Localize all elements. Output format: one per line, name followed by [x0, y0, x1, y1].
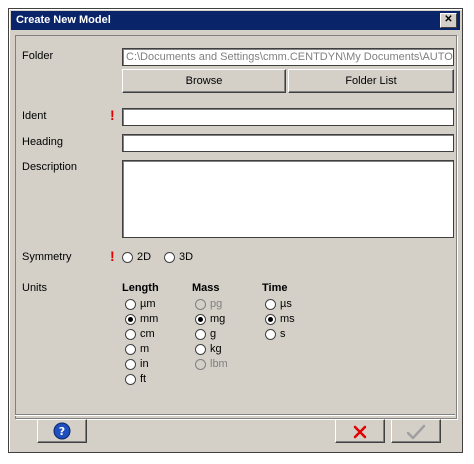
symmetry-label: Symmetry — [22, 251, 72, 263]
create-model-dialog: Create New Model ✕ Folder C:\Documents a… — [8, 8, 463, 453]
radio-icon — [125, 358, 136, 370]
heading-label: Heading — [22, 136, 63, 148]
length-option-cm[interactable]: cm — [125, 328, 155, 340]
ident-input[interactable] — [122, 108, 454, 126]
close-icon: ✕ — [444, 14, 453, 25]
mass-heading: Mass — [192, 282, 220, 294]
svg-text:?: ? — [59, 425, 65, 438]
radio-selected-icon — [195, 313, 206, 325]
folder-list-button[interactable]: Folder List — [288, 69, 454, 93]
time-option-s[interactable]: s — [265, 328, 286, 340]
length-option-ft[interactable]: ft — [125, 373, 146, 385]
separator-highlight — [15, 415, 455, 416]
mass-option-mg[interactable]: mg — [195, 313, 225, 325]
mass-option-kg[interactable]: kg — [195, 343, 222, 355]
length-option-m[interactable]: m — [125, 343, 149, 355]
radio-disabled-icon — [195, 298, 206, 310]
radio-icon — [195, 328, 206, 340]
radio-icon — [265, 298, 276, 310]
form-panel: Folder C:\Documents and Settings\cmm.CEN… — [15, 35, 457, 419]
radio-icon — [164, 251, 175, 263]
browse-button[interactable]: Browse — [122, 69, 286, 93]
radio-selected-icon — [265, 313, 276, 325]
cancel-x-icon — [353, 425, 367, 439]
time-option-ms[interactable]: ms — [265, 313, 295, 325]
radio-icon — [265, 328, 276, 340]
time-heading: Time — [262, 282, 288, 294]
description-textarea[interactable] — [122, 160, 454, 238]
length-option-um[interactable]: µm — [125, 298, 156, 310]
required-indicator-icon: ! — [110, 107, 115, 123]
radio-disabled-icon — [195, 358, 206, 370]
help-icon: ? — [53, 422, 71, 440]
folder-label: Folder — [22, 50, 54, 62]
length-heading: Length — [122, 282, 159, 294]
radio-icon — [125, 328, 136, 340]
cancel-button[interactable] — [335, 419, 385, 443]
radio-icon — [125, 373, 136, 385]
mass-option-g[interactable]: g — [195, 328, 216, 340]
ident-label: Ident — [22, 110, 47, 122]
help-button[interactable]: ? — [37, 419, 87, 443]
symmetry-option-2d[interactable]: 2D — [122, 251, 151, 263]
mass-option-pg: pg — [195, 298, 222, 310]
radio-icon — [125, 298, 136, 310]
title-bar: Create New Model ✕ — [11, 11, 460, 30]
units-label: Units — [22, 282, 48, 294]
mass-option-lbm: lbm — [195, 358, 228, 370]
folder-path-field[interactable]: C:\Documents and Settings\cmm.CENTDYN\My… — [122, 48, 454, 66]
symmetry-option-3d[interactable]: 3D — [164, 251, 193, 263]
required-indicator-icon: ! — [110, 248, 115, 264]
description-label: Description — [22, 161, 78, 173]
length-option-in[interactable]: in — [125, 358, 149, 370]
length-option-mm[interactable]: mm — [125, 313, 158, 325]
button-bar: ? — [15, 419, 455, 445]
time-option-us[interactable]: µs — [265, 298, 292, 310]
checkmark-icon — [406, 424, 426, 440]
radio-icon — [125, 343, 136, 355]
ok-button[interactable] — [391, 419, 441, 443]
close-button[interactable]: ✕ — [440, 13, 457, 28]
heading-input[interactable] — [122, 134, 454, 152]
window-title: Create New Model — [16, 14, 111, 26]
radio-selected-icon — [125, 313, 136, 325]
radio-icon — [195, 343, 206, 355]
radio-icon — [122, 251, 133, 263]
